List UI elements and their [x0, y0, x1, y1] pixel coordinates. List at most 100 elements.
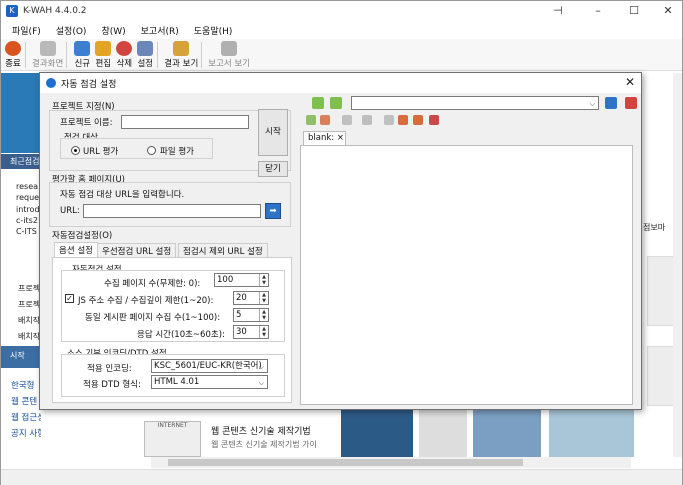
start-section-header: 시작	[1, 346, 41, 368]
menu-window[interactable]: 창(W)	[101, 24, 125, 37]
new-page-icon[interactable]	[306, 115, 316, 125]
toolbar-divider	[66, 42, 68, 68]
view-result-label: 결과 보기	[164, 59, 199, 69]
minimize-button[interactable]: –	[581, 1, 615, 21]
new-button[interactable]: 신규	[73, 39, 91, 69]
tab-priority-url[interactable]: 우선점검 URL 설정	[97, 243, 177, 257]
view-result-button[interactable]: 결과 보기	[164, 39, 198, 69]
close-dialog-button[interactable]: 닫기	[258, 161, 288, 177]
status-bar	[1, 469, 682, 485]
vertical-scrollbar[interactable]	[673, 73, 682, 457]
news-title[interactable]: 웹 콘텐츠 신기술 제작기법	[211, 424, 311, 437]
menu-settings[interactable]: 설정(O)	[56, 24, 87, 37]
browser-tab[interactable]: blank: ×	[303, 131, 346, 145]
toolbar-divider	[157, 42, 159, 68]
menu-help[interactable]: 도움말(H)	[194, 24, 233, 37]
phone-photo	[341, 409, 413, 457]
tab-close-icon[interactable]: ×	[337, 133, 344, 143]
delete-icon	[116, 41, 133, 56]
app-title: K-WAH 4.4.0.2	[23, 6, 87, 16]
url-label: URL:	[60, 206, 80, 216]
chevron-down-icon: ⌵	[258, 363, 264, 371]
timeout-stepper[interactable]: 30 ▲ ▼	[233, 325, 269, 339]
result-screen-icon	[39, 41, 56, 56]
js-checkbox[interactable]: ✓	[65, 294, 74, 303]
start-button[interactable]: 시작	[258, 109, 288, 156]
recent-item[interactable]: resea	[16, 182, 41, 191]
url-radio[interactable]	[71, 146, 80, 155]
save-icon[interactable]	[342, 115, 352, 125]
scrollbar-thumb[interactable]	[168, 459, 523, 466]
recent-item[interactable]: C-ITS	[16, 227, 41, 236]
collect-stepper[interactable]: 100 ▲ ▼	[214, 273, 269, 287]
stepper-arrows-icon[interactable]: ▲ ▼	[259, 326, 268, 338]
url-radio-label: URL 평가	[83, 147, 119, 157]
encoding-select[interactable]: KSC_5601/EUC-KR(한국어) ⌵	[151, 359, 268, 373]
tool-icon[interactable]	[413, 115, 423, 125]
phone-photo	[473, 409, 541, 457]
project-name-input[interactable]	[121, 115, 249, 129]
recent-item[interactable]: c-its2	[16, 216, 41, 225]
print-icon[interactable]	[362, 115, 372, 125]
same-board-stepper[interactable]: 5 ▲ ▼	[233, 308, 269, 322]
phone-photo	[549, 409, 634, 457]
tab-exclude-url[interactable]: 점검시 제외 URL 설정	[178, 243, 268, 257]
blue-link[interactable]: 공지 사항	[11, 427, 45, 439]
stepper-arrows-icon[interactable]: ▲ ▼	[259, 292, 268, 304]
edit-button[interactable]: 편집	[94, 39, 112, 69]
auto-group-label: 자동점검설정(O)	[52, 231, 113, 241]
go-icon[interactable]	[605, 97, 617, 109]
stepper-arrows-icon[interactable]: ▲ ▼	[259, 274, 268, 286]
recent-item[interactable]: reque	[16, 193, 41, 202]
exit-button[interactable]: 종료	[4, 39, 22, 69]
url-input[interactable]	[83, 204, 261, 218]
encoding-value: KSC_5601/EUC-KR(한국어)	[154, 361, 262, 371]
stepper-arrows-icon[interactable]: ▲ ▼	[259, 309, 268, 321]
dtd-select[interactable]: HTML 4.01 ⌵	[151, 375, 268, 389]
delete-button[interactable]: 삭제	[115, 39, 133, 69]
file-radio-label: 파일 평가	[160, 147, 194, 157]
pin-icon[interactable]: ⊣	[541, 1, 575, 21]
recent-header: 최근점검	[1, 154, 41, 169]
settings-button[interactable]: 설정	[136, 39, 154, 69]
menu-report[interactable]: 보고서(R)	[141, 24, 179, 37]
menu-bar: 파일(F) 설정(O) 창(W) 보고서(R) 도움말(H)	[1, 21, 682, 39]
back-arrow-icon[interactable]	[312, 97, 324, 109]
settings-label: 설정	[137, 59, 154, 69]
depth-stepper[interactable]: 20 ▲ ▼	[233, 291, 269, 305]
new-label: 신규	[74, 59, 91, 69]
remove-page-icon[interactable]	[320, 115, 330, 125]
tab-options[interactable]: 옵션 설정	[54, 242, 98, 257]
project-item[interactable]: 프로젝ト	[18, 283, 41, 294]
file-radio[interactable]	[147, 146, 156, 155]
close-tab-icon[interactable]	[429, 115, 439, 125]
blue-link[interactable]: 한국형	[11, 379, 34, 391]
project-item[interactable]: 배치작	[18, 331, 41, 342]
edit-label: 편집	[95, 59, 112, 69]
result-screen-button[interactable]: 결과화면	[32, 39, 63, 69]
blue-link[interactable]: 웹 콘텐	[11, 395, 37, 407]
address-bar[interactable]: ⌵	[351, 96, 599, 110]
maximize-button[interactable]: ☐	[617, 1, 651, 21]
timeout-label: 응답 시간(10초~60초):	[137, 330, 225, 340]
same-board-label: 동일 게시판 페이지 수집 수(1~100):	[85, 313, 221, 323]
same-board-value: 5	[236, 310, 242, 320]
forward-arrow-icon[interactable]	[330, 97, 342, 109]
exit-label: 종료	[5, 59, 21, 69]
report-button[interactable]: 보고서 보기	[208, 39, 250, 69]
exit-icon	[5, 41, 21, 56]
browser-view[interactable]	[300, 145, 633, 405]
chevron-down-icon: ⌵	[589, 100, 595, 108]
copy-icon[interactable]	[384, 115, 394, 125]
phone-photo	[419, 409, 467, 457]
project-item[interactable]: 프로젝	[18, 299, 41, 310]
project-item[interactable]: 배치작	[18, 315, 41, 326]
menu-file[interactable]: 파일(F)	[12, 24, 41, 37]
close-button[interactable]: ✕	[651, 1, 683, 21]
recent-item[interactable]: introd	[16, 205, 41, 214]
project-name-label: 프로젝트 이름:	[60, 118, 113, 128]
stop-icon[interactable]	[625, 97, 637, 109]
tool-icon[interactable]	[398, 115, 408, 125]
url-go-button[interactable]: ➡	[265, 203, 281, 219]
dialog-close-button[interactable]: ✕	[625, 75, 635, 89]
